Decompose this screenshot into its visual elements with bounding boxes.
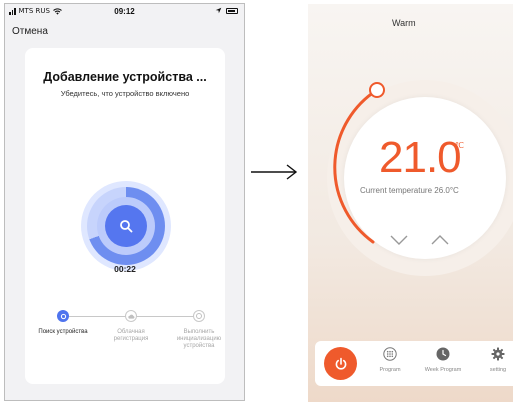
location-arrow-icon	[215, 7, 222, 14]
bottom-toolbar: Program Week Program setting	[315, 341, 513, 386]
dial-handle[interactable]	[369, 82, 385, 98]
search-step-icon	[60, 313, 66, 319]
step-label: Выполнить инициализацию устройства	[176, 329, 222, 349]
battery-icon	[226, 7, 238, 14]
init-icon	[196, 313, 202, 319]
grid-icon	[383, 347, 397, 361]
week-program-label: Week Program	[424, 367, 462, 373]
set-temperature: 21.0	[379, 133, 462, 182]
step-searching: Поиск устройства	[37, 310, 89, 336]
cancel-button[interactable]: Отмена	[12, 26, 48, 37]
setting-button[interactable]: setting	[485, 347, 511, 373]
step-label: Облачная регистрация	[113, 329, 149, 342]
search-icon	[120, 220, 133, 233]
current-temperature: Current temperature 26.0°C	[360, 186, 459, 195]
program-label: Program	[379, 367, 401, 373]
add-device-screen: MTS RUS 09:12 Отмена Добавление устройст…	[4, 3, 245, 401]
search-timer: 00:22	[114, 264, 136, 274]
transition-arrow-icon	[251, 164, 298, 180]
chevron-down-icon[interactable]	[389, 234, 409, 246]
power-button[interactable]	[324, 347, 357, 380]
status-bar: MTS RUS 09:12	[5, 4, 244, 18]
status-time: 09:12	[114, 7, 135, 16]
page-title: Добавление устройства ...	[43, 70, 207, 84]
program-button[interactable]: Program	[375, 347, 405, 373]
step-label: Поиск устройства	[38, 329, 88, 335]
setting-label: setting	[489, 367, 507, 373]
temperature-unit: ℃	[455, 141, 464, 150]
clock-icon	[436, 347, 450, 361]
step-device-init: Выполнить инициализацию устройства	[173, 310, 225, 350]
gear-icon	[491, 347, 505, 361]
step-cloud-registration: Облачная регистрация	[105, 310, 157, 343]
week-program-button[interactable]: Week Program	[420, 347, 466, 373]
add-device-card: Добавление устройства ... Убедитесь, что…	[25, 48, 225, 384]
chevron-up-icon[interactable]	[430, 234, 450, 246]
page-subtitle: Убедитесь, что устройство включено	[60, 89, 190, 98]
cloud-icon	[127, 314, 134, 319]
thermostat-screen: Warm 21.0 ℃ Current temperature 26.0°C P…	[308, 4, 513, 402]
searching-animation	[81, 181, 171, 271]
power-icon	[335, 357, 346, 370]
